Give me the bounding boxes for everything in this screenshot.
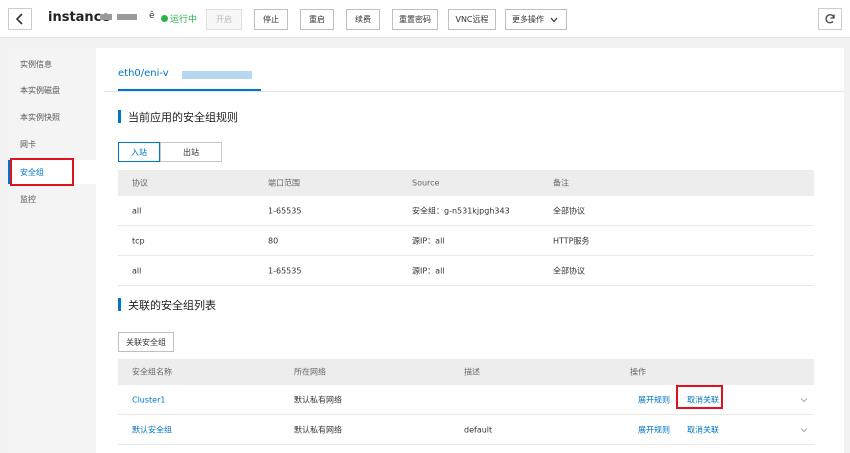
table-row: Cluster1 默认私有网络 展开规则 取消关联 — [118, 385, 814, 415]
tab-outbound[interactable]: 出站 — [160, 142, 222, 162]
vnc-remote-button[interactable]: VNC远程 — [448, 9, 496, 30]
current-rules-title: 当前应用的安全组规则 — [128, 111, 238, 124]
more-actions-button[interactable]: 更多操作 — [505, 9, 567, 30]
table-row: tcp 80 源IP：all HTTP服务 — [118, 226, 814, 256]
col-actions: 操作 — [630, 367, 646, 377]
cell-network: 默认私有网络 — [294, 395, 342, 404]
cell-source: 源IP：all — [412, 236, 445, 245]
col-description: 描述 — [464, 367, 480, 377]
status-dot-icon — [161, 15, 168, 22]
sidebar-item-disks[interactable]: 本实例磁盘 — [8, 78, 96, 102]
cell-protocol: all — [132, 266, 142, 275]
top-toolbar: instance ê 运行中 开启 停止 重启 续费 重置密码 VNC远程 更多… — [0, 0, 850, 38]
content-area: eth0/eni-v 当前应用的安全组规则 入站 出站 协议 端口范围 Sour… — [104, 48, 844, 453]
table-row: 默认安全组 默认私有网络 default 展开规则 取消关联 — [118, 415, 814, 445]
sidebar-item-monitor[interactable]: 监控 — [8, 187, 96, 211]
cell-source: 源IP：all — [412, 266, 445, 275]
masked-id-part — [117, 14, 137, 20]
col-port-range: 端口范围 — [268, 178, 300, 188]
group-name-link[interactable]: Cluster1 — [132, 395, 165, 404]
tab-eni[interactable]: eth0/eni-v — [118, 68, 169, 79]
cell-source: 安全组：g-n531kjpgh343 — [412, 206, 510, 215]
table-header: 协议 端口范围 Source 备注 — [118, 170, 814, 196]
masked-id-part — [100, 14, 112, 20]
section-marker — [118, 298, 121, 311]
back-button[interactable] — [8, 8, 32, 30]
chevron-left-icon — [15, 13, 23, 25]
col-group-name: 安全组名称 — [132, 367, 172, 377]
table-header: 安全组名称 所在网络 描述 操作 — [118, 359, 814, 385]
cell-port-range: 1-65535 — [268, 206, 302, 215]
cell-protocol: all — [132, 206, 142, 215]
cancel-association-link[interactable]: 取消关联 — [687, 424, 719, 435]
table-row: all 1-65535 安全组：g-n531kjpgh343 全部协议 — [118, 196, 814, 226]
sidebar: 实例信息 本实例磁盘 本实例快照 网卡 安全组 监控 — [8, 48, 96, 453]
chevron-down-icon — [550, 17, 558, 22]
reset-password-button[interactable]: 重置密码 — [392, 9, 438, 30]
status-icon-glyph: ê — [149, 11, 155, 21]
sidebar-item-nic[interactable]: 网卡 — [8, 132, 96, 156]
divider — [104, 91, 844, 92]
main-card: 实例信息 本实例磁盘 本实例快照 网卡 安全组 监控 eth0/eni-v 当前… — [8, 48, 844, 453]
col-remark: 备注 — [553, 178, 569, 188]
renew-button[interactable]: 续费 — [346, 9, 380, 30]
start-button[interactable]: 开启 — [206, 9, 242, 30]
refresh-icon — [825, 14, 835, 24]
cell-remark: 全部协议 — [553, 206, 585, 215]
cancel-association-link[interactable]: 取消关联 — [687, 394, 719, 405]
sidebar-item-instance-info[interactable]: 实例信息 — [8, 52, 96, 76]
cell-protocol: tcp — [132, 236, 145, 245]
group-name-link[interactable]: 默认安全组 — [132, 424, 172, 435]
sidebar-item-security-group[interactable]: 安全组 — [8, 160, 96, 184]
chevron-down-icon[interactable] — [800, 395, 808, 404]
associate-group-button[interactable]: 关联安全组 — [118, 332, 174, 352]
col-source: Source — [412, 178, 440, 188]
cell-remark: 全部协议 — [553, 266, 585, 275]
stop-button[interactable]: 停止 — [254, 9, 288, 30]
col-network: 所在网络 — [294, 367, 326, 377]
expand-rules-link[interactable]: 展开规则 — [638, 394, 670, 405]
expand-rules-link[interactable]: 展开规则 — [638, 424, 670, 435]
table-row: all 1-65535 源IP：all 全部协议 — [118, 256, 814, 286]
chevron-down-icon[interactable] — [800, 425, 808, 434]
restart-button[interactable]: 重启 — [300, 9, 334, 30]
cell-description: default — [464, 425, 493, 434]
more-actions-label: 更多操作 — [512, 15, 544, 24]
cell-network: 默认私有网络 — [294, 425, 342, 434]
refresh-button[interactable] — [818, 8, 842, 30]
cell-port-range: 80 — [268, 236, 279, 245]
sidebar-item-snapshots[interactable]: 本实例快照 — [8, 105, 96, 129]
assoc-groups-title: 关联的安全组列表 — [128, 299, 216, 312]
tab-inbound[interactable]: 入站 — [118, 142, 160, 162]
col-protocol: 协议 — [132, 178, 148, 188]
cell-remark: HTTP服务 — [553, 236, 590, 245]
status-text: 运行中 — [170, 15, 198, 25]
section-marker — [118, 110, 121, 123]
cell-port-range: 1-65535 — [268, 266, 302, 275]
masked-eni-id — [182, 71, 252, 79]
